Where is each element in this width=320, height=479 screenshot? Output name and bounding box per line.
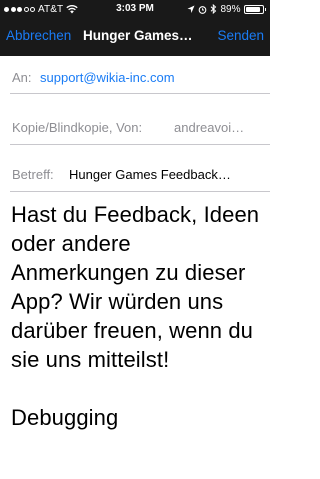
subject-value[interactable]: Hunger Games Feedback… — [69, 167, 259, 182]
battery-cap — [264, 7, 266, 11]
subject-label: Betreff: — [12, 167, 54, 182]
to-label: An: — [12, 70, 32, 85]
subject-field[interactable]: Betreff: Hunger Games Feedback… — [0, 155, 270, 192]
status-right: 89% — [187, 3, 266, 15]
cancel-button[interactable]: Abbrechen — [6, 28, 71, 43]
location-arrow-icon — [187, 5, 195, 13]
separator — [10, 191, 270, 192]
battery-icon — [243, 4, 264, 14]
cc-bcc-from-field[interactable]: Kopie/Blindkopie, Von: andreavoi… — [0, 108, 270, 145]
message-body[interactable]: Hast du Feedback, Ideen oder andere Anme… — [11, 200, 269, 432]
navigation-bar: Abbrechen Hunger Games… Senden — [0, 18, 270, 56]
to-field[interactable]: An: support@wikia-inc.com — [0, 60, 270, 94]
top-bar: AT&T 3:03 PM 89% Abbrechen Hunger Games…… — [0, 0, 270, 56]
to-recipient[interactable]: support@wikia-inc.com — [40, 70, 175, 85]
cc-bcc-from-label: Kopie/Blindkopie, Von: — [12, 120, 143, 135]
separator — [10, 144, 270, 145]
battery-fill — [245, 6, 260, 12]
status-bar: AT&T 3:03 PM 89% — [0, 0, 270, 18]
from-address: andreavoi… — [174, 120, 245, 135]
nav-title: Hunger Games… — [83, 28, 193, 43]
battery-percent: 89% — [220, 3, 241, 15]
mail-compose-screen: AT&T 3:03 PM 89% Abbrechen Hunger Games…… — [0, 0, 270, 479]
separator — [10, 93, 270, 94]
alarm-icon — [199, 5, 207, 14]
send-button[interactable]: Senden — [217, 28, 264, 43]
bluetooth-icon — [211, 4, 217, 14]
